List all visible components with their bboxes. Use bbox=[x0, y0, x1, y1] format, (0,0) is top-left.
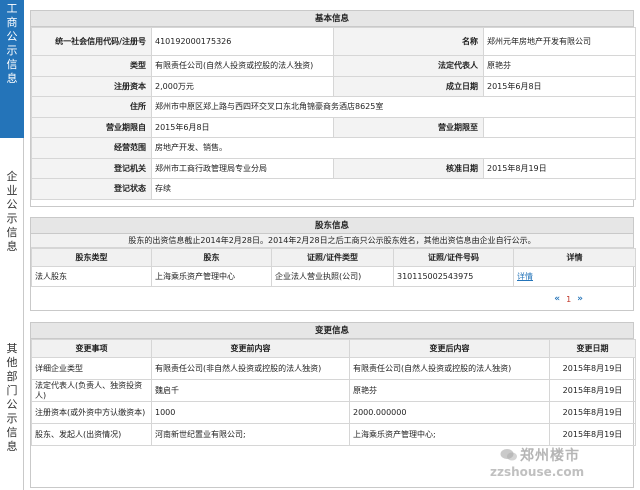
value-address: 郑州市中原区郑上路与西四环交叉口东北角锦豪商务酒店8625室 bbox=[151, 96, 636, 118]
change-before: 魏启千 bbox=[151, 379, 350, 402]
holder-cert-no: 310115002543975 bbox=[393, 266, 514, 287]
tab-other-department-disclosure[interactable]: 其他部门公示信息 bbox=[0, 340, 24, 465]
basic-row-term: 营业期限自 2015年6月8日 营业期限至 bbox=[31, 116, 636, 138]
col-change-item: 变更事项 bbox=[31, 339, 152, 358]
shareholder-header-row: 股东类型 股东 证照/证件类型 证照/证件号码 详情 bbox=[31, 248, 636, 267]
pager-page-number[interactable]: 1 bbox=[566, 295, 571, 304]
col-cert-type: 证照/证件类型 bbox=[271, 248, 394, 267]
shareholder-title: 股东信息 bbox=[31, 218, 633, 234]
col-holder-type: 股东类型 bbox=[31, 248, 152, 267]
shareholder-table: 股东类型 股东 证照/证件类型 证照/证件号码 详情 法人股东 上海乘乐资产管理… bbox=[31, 248, 636, 287]
basic-row-capital: 注册资本 2,000万元 成立日期 2015年6月8日 bbox=[31, 75, 636, 97]
value-status: 存续 bbox=[151, 178, 636, 200]
change-after: 有限责任公司(自然人投资或控股的法人独资) bbox=[349, 357, 550, 380]
value-type: 有限责任公司(自然人投资或控股的法人独资) bbox=[151, 55, 334, 77]
label-company-name: 名称 bbox=[333, 27, 484, 56]
label-credit-code: 统一社会信用代码/注册号 bbox=[31, 27, 152, 56]
value-capital: 2,000万元 bbox=[151, 75, 334, 97]
holder-detail-cell: 详情 bbox=[513, 266, 636, 287]
value-authority: 郑州市工商行政管理局专业分局 bbox=[151, 157, 334, 179]
change-header-row: 变更事项 变更前内容 变更后内容 变更日期 bbox=[31, 339, 636, 358]
basic-row-status: 登记状态 存续 bbox=[31, 178, 636, 200]
label-term-from: 营业期限自 bbox=[31, 116, 152, 138]
col-cert-no: 证照/证件号码 bbox=[393, 248, 514, 267]
change-after: 上海乘乐资产管理中心; bbox=[349, 423, 550, 446]
col-change-before: 变更前内容 bbox=[151, 339, 350, 358]
col-change-after: 变更后内容 bbox=[349, 339, 550, 358]
holder-name: 上海乘乐资产管理中心 bbox=[151, 266, 272, 287]
table-row: 股东、发起人(出资情况) 河南新世纪置业有限公司; 上海乘乐资产管理中心; 20… bbox=[31, 423, 636, 446]
shareholder-notice: 股东的出资信息截止2014年2月28日。2014年2月28日之后工商只公示股东姓… bbox=[31, 234, 633, 248]
value-founded: 2015年6月8日 bbox=[483, 75, 636, 97]
change-date: 2015年8月19日 bbox=[549, 379, 636, 402]
vertical-tab-bar: 工商公示信息 企业公示信息 其他部门公示信息 bbox=[0, 0, 24, 490]
holder-detail-link[interactable]: 详情 bbox=[517, 272, 533, 281]
table-row: 详细企业类型 有限责任公司(非自然人投资或控股的法人独资) 有限责任公司(自然人… bbox=[31, 357, 636, 380]
basic-row-authority: 登记机关 郑州市工商行政管理局专业分局 核准日期 2015年8月19日 bbox=[31, 157, 636, 179]
label-founded: 成立日期 bbox=[333, 75, 484, 97]
value-legal-rep: 原艳芬 bbox=[483, 55, 636, 77]
change-item: 注册资本(或外资中方认缴资本) bbox=[31, 401, 152, 424]
label-capital: 注册资本 bbox=[31, 75, 152, 97]
basic-info-panel: 基本信息 统一社会信用代码/注册号 410192000175326 名称 郑州元… bbox=[30, 10, 636, 207]
label-authority: 登记机关 bbox=[31, 157, 152, 179]
change-date: 2015年8月19日 bbox=[549, 357, 636, 380]
value-scope: 房地产开发、销售。 bbox=[151, 137, 636, 159]
label-type: 类型 bbox=[31, 55, 152, 77]
shareholder-panel: 股东信息 股东的出资信息截止2014年2月28日。2014年2月28日之后工商只… bbox=[30, 217, 636, 311]
label-address: 住所 bbox=[31, 96, 152, 118]
table-row: 法定代表人(负责人、独资投资人) 魏启千 原艳芬 2015年8月19日 bbox=[31, 379, 636, 402]
change-date: 2015年8月19日 bbox=[549, 401, 636, 424]
label-term-to: 营业期限至 bbox=[333, 116, 484, 138]
change-after: 原艳芬 bbox=[349, 379, 550, 402]
holder-type: 法人股东 bbox=[31, 266, 152, 287]
label-status: 登记状态 bbox=[31, 178, 152, 200]
tab-business-disclosure[interactable]: 工商公示信息 bbox=[0, 0, 24, 138]
basic-info-table: 统一社会信用代码/注册号 410192000175326 名称 郑州元年房地产开… bbox=[31, 27, 636, 200]
change-item: 详细企业类型 bbox=[31, 357, 152, 380]
change-info-title: 变更信息 bbox=[31, 323, 633, 339]
change-after: 2000.000000 bbox=[349, 401, 550, 424]
holder-cert-type: 企业法人营业执照(公司) bbox=[271, 266, 394, 287]
change-info-table: 变更事项 变更前内容 变更后内容 变更日期 详细企业类型 有限责任公司(非自然人… bbox=[31, 339, 636, 446]
col-change-date: 变更日期 bbox=[549, 339, 636, 358]
change-before: 1000 bbox=[151, 401, 350, 424]
value-term-to bbox=[483, 116, 636, 138]
table-row: 注册资本(或外资中方认缴资本) 1000 2000.000000 2015年8月… bbox=[31, 401, 636, 424]
basic-row-credit-code: 统一社会信用代码/注册号 410192000175326 名称 郑州元年房地产开… bbox=[31, 27, 636, 56]
change-before: 河南新世纪置业有限公司; bbox=[151, 423, 350, 446]
pager-prev-button[interactable]: « bbox=[554, 294, 560, 304]
value-credit-code: 410192000175326 bbox=[151, 27, 334, 56]
shareholder-pager: « 1 » bbox=[31, 287, 633, 311]
label-legal-rep: 法定代表人 bbox=[333, 55, 484, 77]
change-item: 股东、发起人(出资情况) bbox=[31, 423, 152, 446]
label-approval-date: 核准日期 bbox=[333, 157, 484, 179]
change-date: 2015年8月19日 bbox=[549, 423, 636, 446]
basic-row-type: 类型 有限责任公司(自然人投资或控股的法人独资) 法定代表人 原艳芬 bbox=[31, 55, 636, 77]
tab-enterprise-disclosure[interactable]: 企业公示信息 bbox=[0, 168, 24, 278]
value-company-name: 郑州元年房地产开发有限公司 bbox=[483, 27, 636, 56]
change-before: 有限责任公司(非自然人投资或控股的法人独资) bbox=[151, 357, 350, 380]
basic-row-scope: 经营范围 房地产开发、销售。 bbox=[31, 137, 636, 159]
basic-row-address: 住所 郑州市中原区郑上路与西四环交叉口东北角锦豪商务酒店8625室 bbox=[31, 96, 636, 118]
value-approval-date: 2015年8月19日 bbox=[483, 157, 636, 179]
change-item: 法定代表人(负责人、独资投资人) bbox=[31, 379, 152, 402]
label-scope: 经营范围 bbox=[31, 137, 152, 159]
basic-info-title: 基本信息 bbox=[31, 11, 633, 27]
value-term-from: 2015年6月8日 bbox=[151, 116, 334, 138]
col-holder-name: 股东 bbox=[151, 248, 272, 267]
change-info-panel: 变更信息 变更事项 变更前内容 变更后内容 变更日期 详细企业类型 有限责任公司… bbox=[30, 322, 636, 488]
col-detail: 详情 bbox=[513, 248, 636, 267]
table-row: 法人股东 上海乘乐资产管理中心 企业法人营业执照(公司) 31011500254… bbox=[31, 266, 636, 287]
pager-next-button[interactable]: » bbox=[577, 294, 583, 304]
